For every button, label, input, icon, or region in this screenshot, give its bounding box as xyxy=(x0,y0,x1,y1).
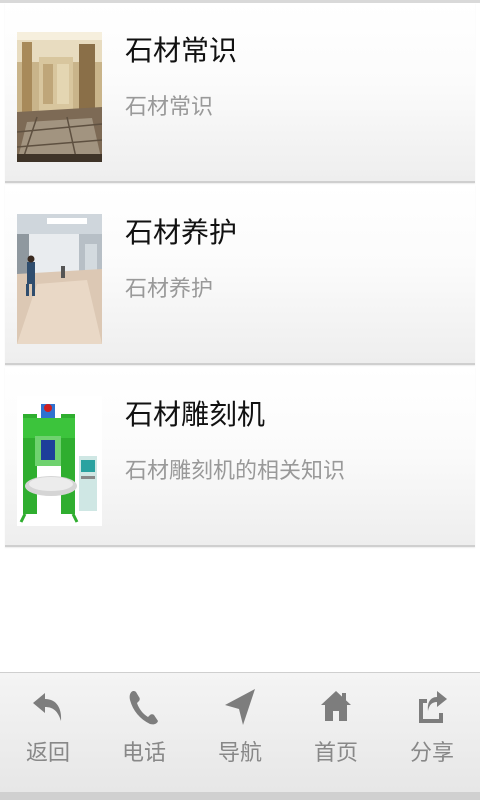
bottom-toolbar: 返回 电话 导航 首页 分享 xyxy=(0,672,480,800)
share-button[interactable]: 分享 xyxy=(384,673,480,791)
navigate-button[interactable]: 导航 xyxy=(192,673,288,791)
home-icon xyxy=(319,687,353,727)
home-button[interactable]: 首页 xyxy=(288,673,384,791)
thumbnail-engraving-machine xyxy=(17,396,102,526)
back-arrow-icon xyxy=(31,687,65,727)
bottom-edge xyxy=(0,792,480,800)
item-title: 石材养护 xyxy=(125,216,238,249)
phone-label: 电话 xyxy=(121,741,166,766)
list-item-stone-knowledge[interactable]: 石材常识 石材常识 xyxy=(5,3,475,183)
home-label: 首页 xyxy=(313,741,358,766)
back-label: 返回 xyxy=(25,741,70,766)
item-subtitle: 石材养护 xyxy=(125,277,214,302)
navigate-label: 导航 xyxy=(217,741,262,766)
item-title: 石材常识 xyxy=(125,34,238,67)
back-button[interactable]: 返回 xyxy=(0,673,96,791)
share-label: 分享 xyxy=(409,741,454,766)
app-screen: 石材常识 石材常识 石材养护 石材养护 石材雕刻机 石材雕刻机的相关知识 返回 … xyxy=(0,0,480,800)
list-item-stone-care[interactable]: 石材养护 石材养护 xyxy=(5,185,475,365)
share-icon xyxy=(415,687,449,727)
item-subtitle: 石材常识 xyxy=(125,95,214,120)
item-title: 石材雕刻机 xyxy=(125,398,266,431)
item-subtitle: 石材雕刻机的相关知识 xyxy=(125,459,346,484)
list-item-stone-engraving-machine[interactable]: 石材雕刻机 石材雕刻机的相关知识 xyxy=(5,367,475,547)
thumbnail-floor-cleaning xyxy=(17,214,102,344)
phone-button[interactable]: 电话 xyxy=(96,673,192,791)
phone-icon xyxy=(127,687,161,727)
navigation-arrow-icon xyxy=(223,687,257,727)
thumbnail-mall-interior xyxy=(17,32,102,162)
